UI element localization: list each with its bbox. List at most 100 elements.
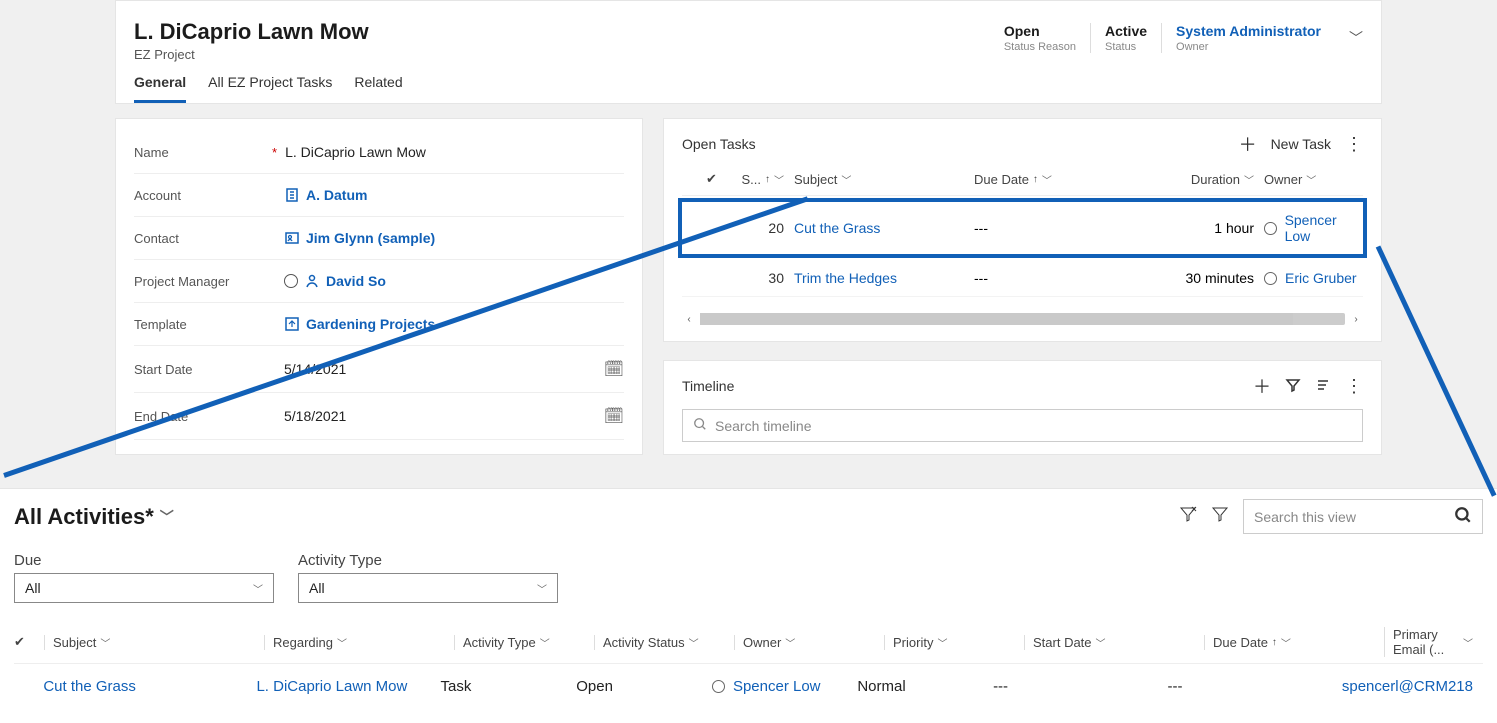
cell-due: ---	[974, 220, 1084, 236]
activities-title[interactable]: All Activities* ﹀	[14, 504, 174, 530]
account-link[interactable]: A. Datum	[306, 187, 367, 203]
form-value: A. Datum	[284, 187, 624, 203]
owner-link[interactable]: Eric Gruber	[1285, 270, 1357, 286]
meta-status[interactable]: Active Status	[1090, 23, 1161, 53]
calendar-icon[interactable]: 🗓	[604, 406, 624, 426]
tab-general[interactable]: General	[134, 74, 186, 103]
search-icon	[1454, 506, 1472, 527]
col-activity-type[interactable]: Activity Type﹀	[454, 635, 594, 650]
filter-icon[interactable]	[1285, 377, 1301, 396]
record-circle-icon	[1264, 272, 1277, 285]
meta-owner[interactable]: System Administrator Owner	[1161, 23, 1335, 53]
chevron-down-icon: ﹀	[253, 581, 263, 596]
col-activity-status[interactable]: Activity Status﹀	[594, 635, 734, 650]
col-due-date[interactable]: Due Date↑﹀	[1204, 635, 1384, 650]
meta-status-reason[interactable]: Open Status Reason	[1004, 23, 1090, 53]
tab-related[interactable]: Related	[354, 74, 402, 103]
template-link[interactable]: Gardening Projects	[306, 316, 435, 332]
meta-value: Active	[1105, 23, 1147, 39]
form-label: Template	[134, 317, 284, 332]
form-label: Contact	[134, 231, 284, 246]
open-tasks-panel: Open Tasks ＋ New Task ⋮ ✔ S...↑﹀ Subject…	[663, 118, 1382, 342]
col-seq[interactable]: S...↑﹀	[726, 172, 794, 187]
form-row-template[interactable]: Template Gardening Projects	[134, 303, 624, 346]
check-all[interactable]: ✔	[14, 634, 44, 650]
search-icon	[693, 417, 707, 434]
cell-duration: 30 minutes	[1084, 270, 1264, 286]
owner-link[interactable]: Spencer Low	[733, 678, 821, 695]
cell-due-date: ---	[1167, 678, 1341, 695]
form-row-name[interactable]: Name * L. DiCaprio Lawn Mow	[134, 131, 624, 174]
new-task-button[interactable]: New Task	[1271, 136, 1331, 152]
cell-subject[interactable]: Cut the Grass	[794, 220, 974, 236]
activity-row[interactable]: Cut the Grass L. DiCaprio Lawn Mow Task …	[14, 664, 1483, 709]
form-label: Start Date	[134, 362, 284, 377]
form-row-account[interactable]: Account A. Datum	[134, 174, 624, 217]
cell-subject[interactable]: Cut the Grass	[43, 678, 256, 695]
col-duration[interactable]: Duration﹀	[1084, 172, 1264, 187]
scroll-right-icon[interactable]: ›	[1349, 314, 1363, 325]
kebab-icon[interactable]: ⋮	[1345, 135, 1363, 153]
form-value: L. DiCaprio Lawn Mow	[285, 144, 624, 160]
meta-value: Open	[1004, 23, 1076, 39]
pm-link[interactable]: David So	[326, 273, 386, 289]
cell-owner: Spencer Low	[1264, 212, 1363, 244]
owner-link[interactable]: Spencer Low	[1285, 212, 1363, 244]
all-activities-panel: All Activities* ﹀ Search this view Due A…	[0, 488, 1497, 723]
cell-seq: 30	[726, 270, 794, 286]
filter-label: Activity Type	[298, 552, 558, 569]
panel-header: Open Tasks ＋ New Task ⋮	[682, 131, 1363, 157]
plus-icon[interactable]: ＋	[1253, 373, 1271, 399]
filter-icon[interactable]	[1211, 505, 1229, 528]
record-circle-icon	[1264, 222, 1277, 235]
filter-label: Due	[14, 552, 274, 569]
col-subject[interactable]: Subject﹀	[794, 172, 974, 187]
meta-label: Status Reason	[1004, 41, 1076, 53]
col-owner[interactable]: Owner﹀	[734, 635, 884, 650]
form-row-contact[interactable]: Contact Jim Glynn (sample)	[134, 217, 624, 260]
form-row-end-date[interactable]: End Date 5/18/2021 🗓	[134, 393, 624, 440]
scroll-left-icon[interactable]: ‹	[682, 314, 696, 325]
cell-primary-email[interactable]: spencerl@CRM218	[1342, 678, 1483, 695]
record-title: L. DiCaprio Lawn Mow	[134, 19, 369, 45]
search-view-input[interactable]: Search this view	[1243, 499, 1483, 534]
filter-type-select[interactable]: All ﹀	[298, 573, 558, 603]
filter-due-select[interactable]: All ﹀	[14, 573, 274, 603]
sort-icon[interactable]	[1315, 377, 1331, 396]
calendar-icon[interactable]: 🗓	[604, 359, 624, 379]
filter-row: Due All ﹀ Activity Type All ﹀	[14, 552, 1483, 603]
cell-activity-type: Task	[441, 678, 577, 695]
contact-link[interactable]: Jim Glynn (sample)	[306, 230, 435, 246]
chevron-down-icon[interactable]: ﹀	[160, 507, 174, 527]
col-subject[interactable]: Subject﹀	[44, 635, 264, 650]
cell-regarding[interactable]: L. DiCaprio Lawn Mow	[256, 678, 440, 695]
kebab-icon[interactable]: ⋮	[1345, 377, 1363, 395]
person-icon	[304, 273, 320, 289]
col-primary-email[interactable]: Primary Email (...﹀	[1384, 627, 1483, 657]
record-header-right: Open Status Reason Active Status System …	[1004, 23, 1363, 53]
callout-line-bottom	[1376, 245, 1497, 496]
col-regarding[interactable]: Regarding﹀	[264, 635, 454, 650]
search-placeholder: Search timeline	[715, 418, 812, 434]
col-due[interactable]: Due Date↑﹀	[974, 172, 1084, 187]
col-start-date[interactable]: Start Date﹀	[1024, 635, 1204, 650]
cell-owner: Eric Gruber	[1264, 270, 1363, 286]
filter-clear-icon[interactable]	[1179, 505, 1197, 528]
horizontal-scrollbar[interactable]: ‹ ›	[682, 313, 1363, 325]
task-row[interactable]: 30 Trim the Hedges --- 30 minutes Eric G…	[682, 260, 1363, 297]
scroll-thumb[interactable]	[700, 313, 1293, 325]
col-owner[interactable]: Owner﹀	[1264, 172, 1363, 187]
check-all[interactable]: ✔	[706, 171, 726, 187]
form-row-pm[interactable]: Project Manager David So	[134, 260, 624, 303]
tab-all-tasks[interactable]: All EZ Project Tasks	[208, 74, 332, 103]
chevron-down-icon[interactable]: ﹀	[1349, 28, 1363, 48]
cell-subject[interactable]: Trim the Hedges	[794, 270, 974, 286]
plus-icon[interactable]: ＋	[1239, 131, 1257, 157]
form-row-start-date[interactable]: Start Date 5/14/2021 🗓	[134, 346, 624, 393]
cell-priority: Normal	[857, 678, 993, 695]
col-priority[interactable]: Priority﹀	[884, 635, 1024, 650]
activities-toolbar: Search this view	[1179, 499, 1483, 534]
search-timeline-input[interactable]: Search timeline	[682, 409, 1363, 442]
meta-value: System Administrator	[1176, 23, 1321, 39]
scroll-track[interactable]	[700, 313, 1345, 325]
